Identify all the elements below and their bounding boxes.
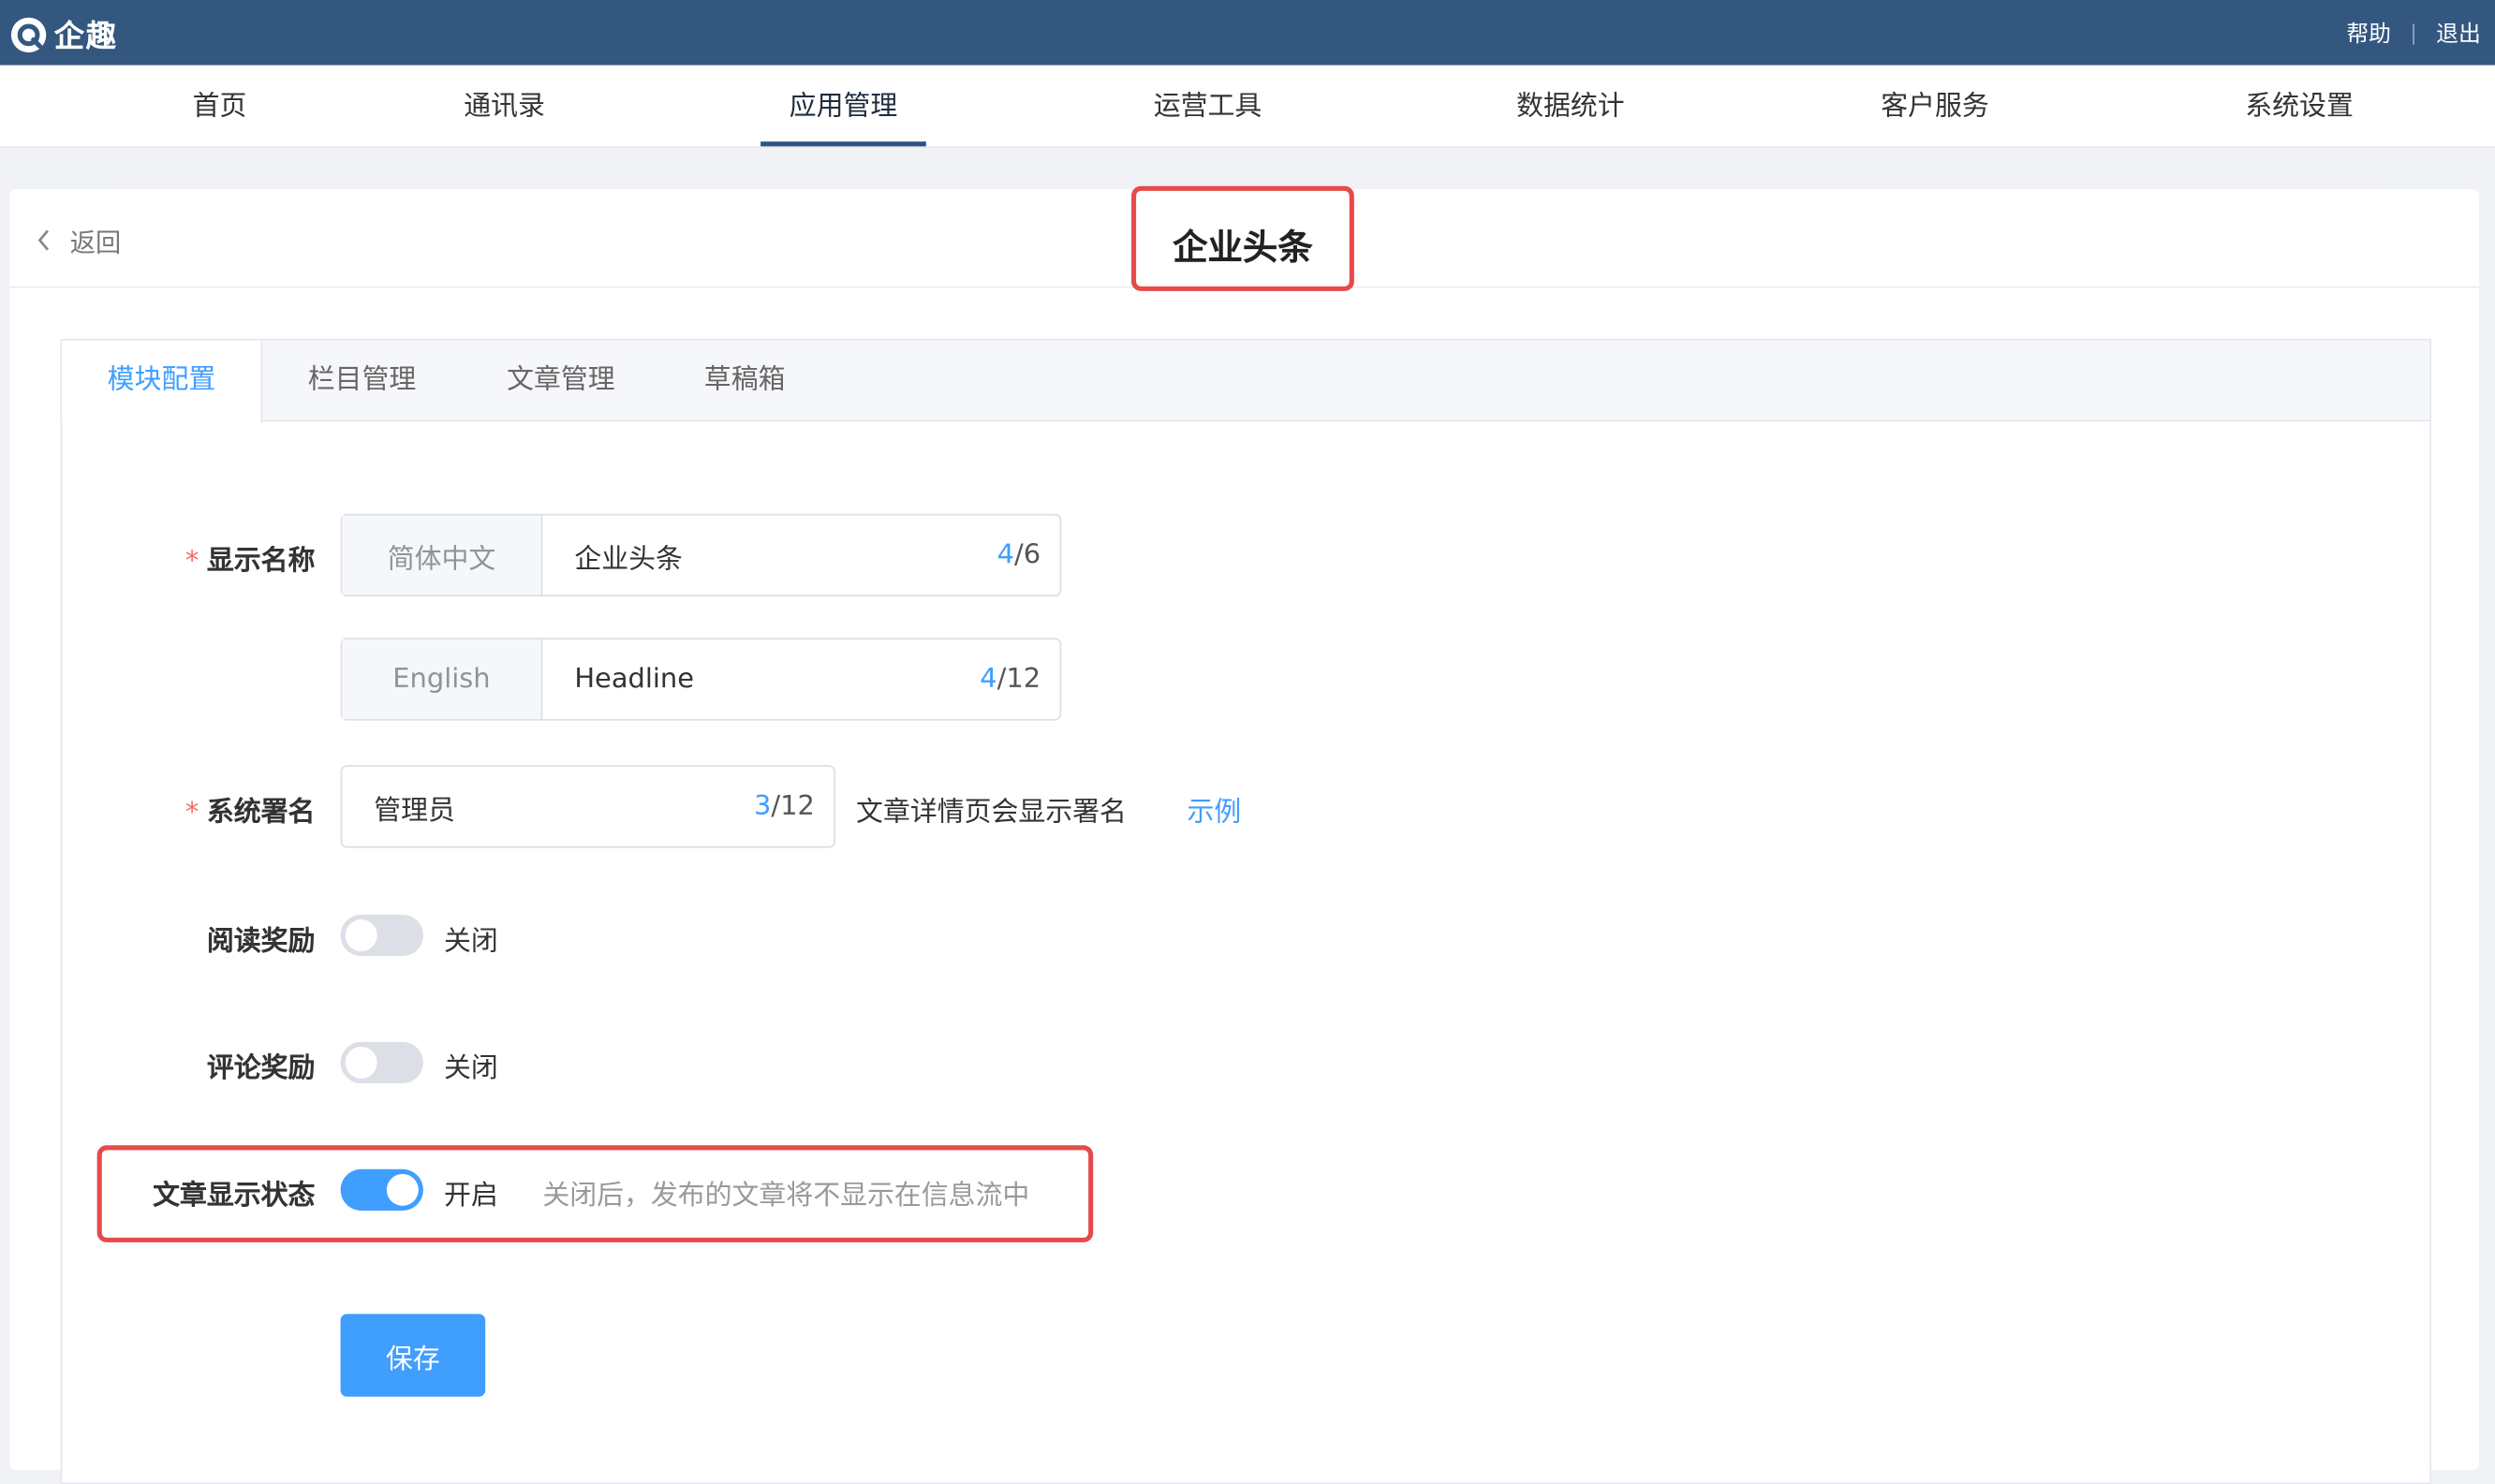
required-asterisk: * (185, 545, 199, 578)
nav-item-operation-tools[interactable]: 运营工具 (1154, 66, 1262, 148)
comment-reward-switch[interactable] (340, 1041, 423, 1084)
display-name-en-field[interactable]: English Headline 4/12 (340, 638, 1062, 721)
char-count-current: 3 (754, 790, 772, 823)
char-count-current: 4 (980, 663, 997, 696)
top-bar: 企趣 帮助 | 退出 (0, 0, 2495, 66)
nav-item-contacts[interactable]: 通讯录 (464, 66, 545, 148)
display-name-en-input[interactable]: Headline (542, 639, 980, 719)
display-name-zh-input[interactable]: 企业头条 (542, 515, 997, 595)
nav-item-system-settings[interactable]: 系统设置 (2245, 66, 2354, 148)
char-count-max: /6 (1014, 538, 1041, 571)
app-root: 企趣 帮助 | 退出 首页 通讯录 应用管理 运营工具 数据统计 客户服务 系统… (0, 0, 2495, 1484)
comment-reward-state: 关闭 (444, 1052, 498, 1085)
example-link[interactable]: 示例 (1187, 789, 1241, 829)
signature-field[interactable]: 管理员 3/12 (340, 765, 835, 848)
tab-module-config[interactable]: 模块配置 (62, 340, 263, 423)
char-counter: 4/12 (980, 639, 1059, 719)
nav-item-app-management[interactable]: 应用管理 (790, 66, 898, 148)
tab-article-management[interactable]: 文章管理 (462, 341, 660, 422)
char-counter: 4/6 (997, 515, 1060, 595)
display-name-label-text: 显示名称 (206, 545, 316, 578)
tab-bar: 模块配置 栏目管理 文章管理 草稿箱 (62, 340, 2430, 423)
required-asterisk: * (185, 797, 199, 830)
back-label: 返回 (69, 227, 122, 258)
back-button[interactable]: 返回 (35, 221, 121, 259)
lang-prefix-zh: 简体中文 (342, 515, 543, 595)
tabs-panel: 模块配置 栏目管理 文章管理 草稿箱 (60, 338, 2432, 1484)
char-count-max: /12 (997, 663, 1041, 696)
chevron-left-icon (37, 229, 50, 251)
char-counter: 3/12 (754, 767, 834, 846)
signature-input[interactable]: 管理员 (342, 767, 754, 846)
nav-item-home[interactable]: 首页 (193, 66, 247, 148)
tab-drafts[interactable]: 草稿箱 (660, 341, 829, 422)
read-reward-switch[interactable] (340, 914, 423, 957)
signature-label: * 系统署名 (178, 789, 315, 829)
signature-label-text: 系统署名 (206, 797, 316, 830)
signature-note: 文章详情页会显示署名 (856, 797, 1127, 830)
char-count-current: 4 (997, 538, 1015, 571)
logo[interactable]: 企趣 (9, 13, 118, 56)
help-link[interactable]: 帮助 (2346, 18, 2391, 50)
display-name-zh-field[interactable]: 简体中文 企业头条 4/6 (340, 513, 1062, 597)
nav-item-data-statistics[interactable]: 数据统计 (1516, 66, 1625, 148)
comment-reward-label: 评论奖励 (206, 1052, 316, 1085)
nav-active-indicator (760, 141, 926, 147)
top-separator: | (2410, 21, 2417, 46)
switch-knob (345, 919, 377, 952)
nav-item-customer-service[interactable]: 客户服务 (1881, 66, 1989, 148)
title-highlight-box (1130, 185, 1354, 291)
logout-link[interactable]: 退出 (2436, 18, 2481, 50)
save-button[interactable]: 保存 (340, 1314, 486, 1397)
lang-prefix-en: English (342, 639, 543, 719)
card-header: 返回 企业头条 (9, 185, 2480, 291)
logo-icon (10, 16, 47, 52)
main-nav: 首页 通讯录 应用管理 运营工具 数据统计 客户服务 系统设置 (0, 65, 2495, 149)
switch-knob (345, 1046, 377, 1079)
display-name-label: * 显示名称 (178, 537, 316, 578)
tab-column-management[interactable]: 栏目管理 (262, 341, 461, 422)
read-reward-state: 关闭 (444, 925, 498, 958)
char-count-max: /12 (771, 790, 815, 823)
read-reward-label: 阅读奖励 (206, 925, 316, 958)
top-links: 帮助 | 退出 (2346, 18, 2480, 50)
article-display-highlight-box (96, 1145, 1094, 1242)
logo-text: 企趣 (53, 19, 118, 54)
